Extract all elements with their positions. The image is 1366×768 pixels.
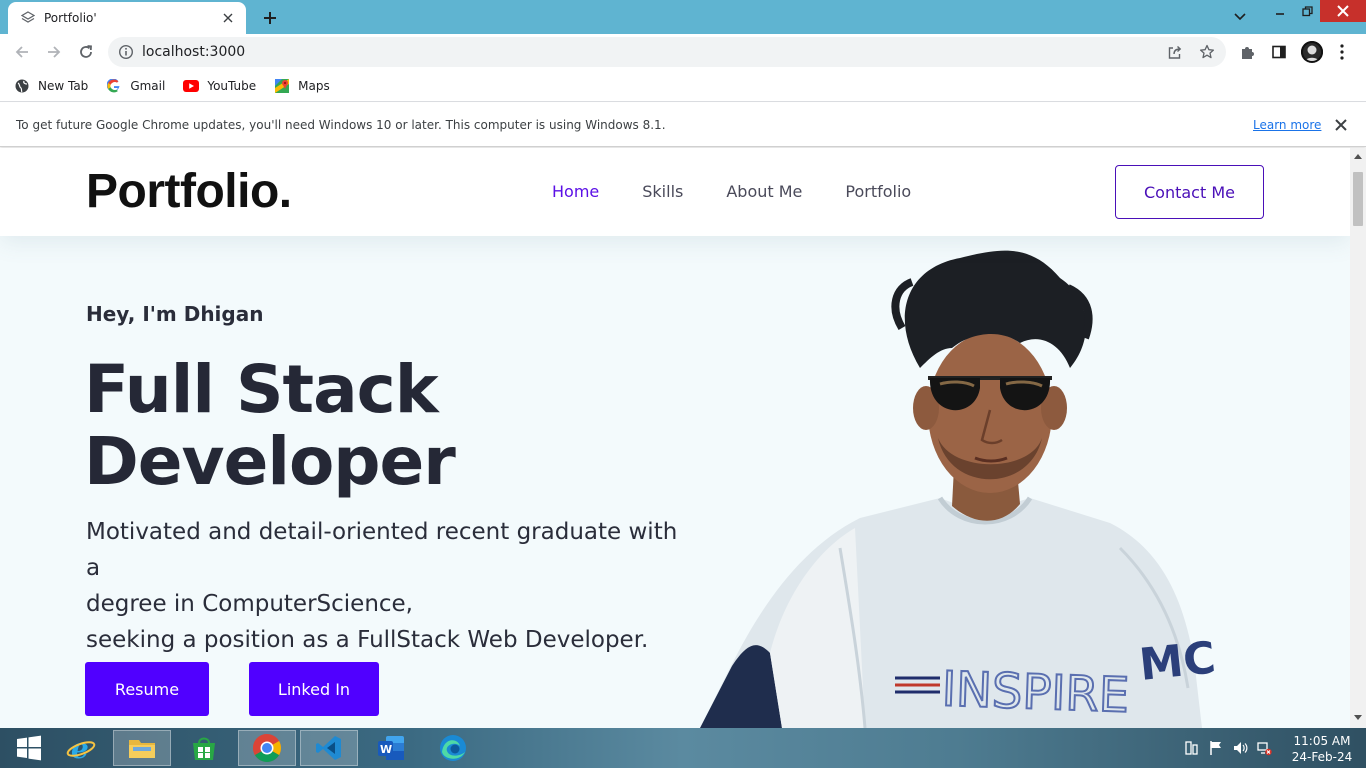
bookmark-gmail[interactable]: Gmail — [106, 78, 165, 94]
edge-icon[interactable] — [424, 730, 482, 766]
browser-tab[interactable]: Portfolio' — [8, 2, 246, 34]
hero-bio: Motivated and detail-oriented recent gra… — [86, 514, 686, 658]
windows-taskbar: e W 11:05 AM 24-Feb-24 — [0, 728, 1366, 768]
address-bar[interactable]: localhost:3000 — [108, 37, 1226, 67]
close-window-icon[interactable] — [1320, 0, 1366, 22]
profile-photo: INSPIRE MC — [700, 250, 1218, 728]
chrome-icon[interactable] — [238, 730, 296, 766]
bio-line-1: Motivated and detail-oriented recent gra… — [86, 519, 678, 581]
youtube-icon — [183, 78, 200, 94]
scroll-up-arrow-icon[interactable] — [1354, 152, 1362, 160]
internet-explorer-icon[interactable]: e — [52, 730, 110, 766]
maps-icon — [274, 78, 290, 94]
page-scrollbar[interactable] — [1350, 148, 1366, 728]
headline-line-1: Full Stack — [84, 351, 439, 428]
bio-line-3: seeking a position as a FullStack Web De… — [86, 627, 649, 653]
network-icon[interactable] — [1256, 740, 1272, 756]
bookmarks-bar: New Tab Gmail YouTube Maps — [0, 70, 1366, 102]
nav-links: Home Skills About Me Portfolio — [552, 182, 954, 201]
taskbar-clock[interactable]: 11:05 AM 24-Feb-24 — [1288, 733, 1356, 765]
windows-start-icon[interactable] — [0, 730, 58, 766]
back-arrow-icon[interactable] — [10, 40, 34, 64]
bookmark-star-icon[interactable] — [1198, 43, 1216, 61]
linkedin-button[interactable]: Linked In — [249, 662, 379, 716]
file-explorer-icon[interactable] — [113, 730, 171, 766]
site-logo[interactable]: Portfolio. — [86, 164, 292, 219]
shirt-text-inspire: INSPIRE — [941, 661, 1130, 724]
nav-link-skills[interactable]: Skills — [642, 182, 683, 201]
clock-date: 24-Feb-24 — [1291, 750, 1353, 764]
hero-greeting: Hey, I'm Dhigan — [86, 302, 264, 326]
new-tab-button[interactable] — [258, 6, 282, 30]
browser-toolbar: localhost:3000 — [0, 34, 1366, 70]
layers-icon — [20, 10, 36, 26]
minimize-window-icon[interactable] — [1266, 0, 1294, 22]
shirt-text-mc: MC — [1137, 632, 1218, 691]
url-text: localhost:3000 — [142, 44, 246, 60]
close-tab-icon[interactable] — [220, 10, 236, 26]
bookmark-youtube[interactable]: YouTube — [183, 78, 256, 94]
headline-line-2: Developer — [84, 423, 456, 500]
vscode-icon[interactable] — [300, 730, 358, 766]
close-infobar-icon[interactable] — [1333, 117, 1349, 133]
tab-strip: Portfolio' — [0, 0, 1366, 34]
restore-window-icon[interactable] — [1294, 0, 1320, 22]
word-icon[interactable]: W — [362, 730, 420, 766]
site-navbar: Portfolio. Home Skills About Me Portfoli… — [0, 148, 1350, 236]
chrome-menu-icon[interactable] — [1334, 42, 1350, 62]
tab-search-icon[interactable] — [1228, 6, 1252, 28]
volume-icon[interactable] — [1232, 740, 1248, 756]
flag-icon[interactable] — [1208, 740, 1224, 756]
reload-icon[interactable] — [74, 40, 98, 64]
extensions-puzzle-icon[interactable] — [1238, 42, 1258, 62]
site-info-icon[interactable] — [118, 44, 134, 60]
profile-avatar[interactable] — [1301, 41, 1323, 63]
side-panel-icon[interactable] — [1269, 42, 1289, 62]
nav-link-home[interactable]: Home — [552, 182, 599, 201]
device-tray-icon[interactable] — [1183, 740, 1199, 756]
forward-arrow-icon[interactable] — [42, 40, 66, 64]
update-infobar: To get future Google Chrome updates, you… — [0, 103, 1366, 147]
nav-link-portfolio[interactable]: Portfolio — [845, 182, 911, 201]
hero-headline: Full Stack Developer — [84, 351, 456, 500]
contact-me-button[interactable]: Contact Me — [1115, 165, 1264, 219]
bio-line-2: degree in ComputerScience, — [86, 591, 413, 617]
clock-time: 11:05 AM — [1293, 734, 1351, 748]
store-icon[interactable] — [175, 730, 233, 766]
globe-icon — [14, 78, 30, 94]
scroll-down-arrow-icon[interactable] — [1354, 714, 1362, 722]
bookmark-new-tab[interactable]: New Tab — [14, 78, 88, 94]
page-viewport: Portfolio. Home Skills About Me Portfoli… — [0, 148, 1350, 728]
svg-text:W: W — [380, 743, 392, 756]
share-icon[interactable] — [1166, 43, 1184, 61]
google-icon — [106, 78, 122, 94]
scrollbar-thumb[interactable] — [1353, 172, 1363, 226]
tab-title: Portfolio' — [44, 11, 97, 25]
resume-button[interactable]: Resume — [85, 662, 209, 716]
infobar-message: To get future Google Chrome updates, you… — [16, 118, 666, 132]
nav-link-about-me[interactable]: About Me — [726, 182, 802, 201]
learn-more-link[interactable]: Learn more — [1253, 118, 1321, 132]
bookmark-maps[interactable]: Maps — [274, 78, 330, 94]
